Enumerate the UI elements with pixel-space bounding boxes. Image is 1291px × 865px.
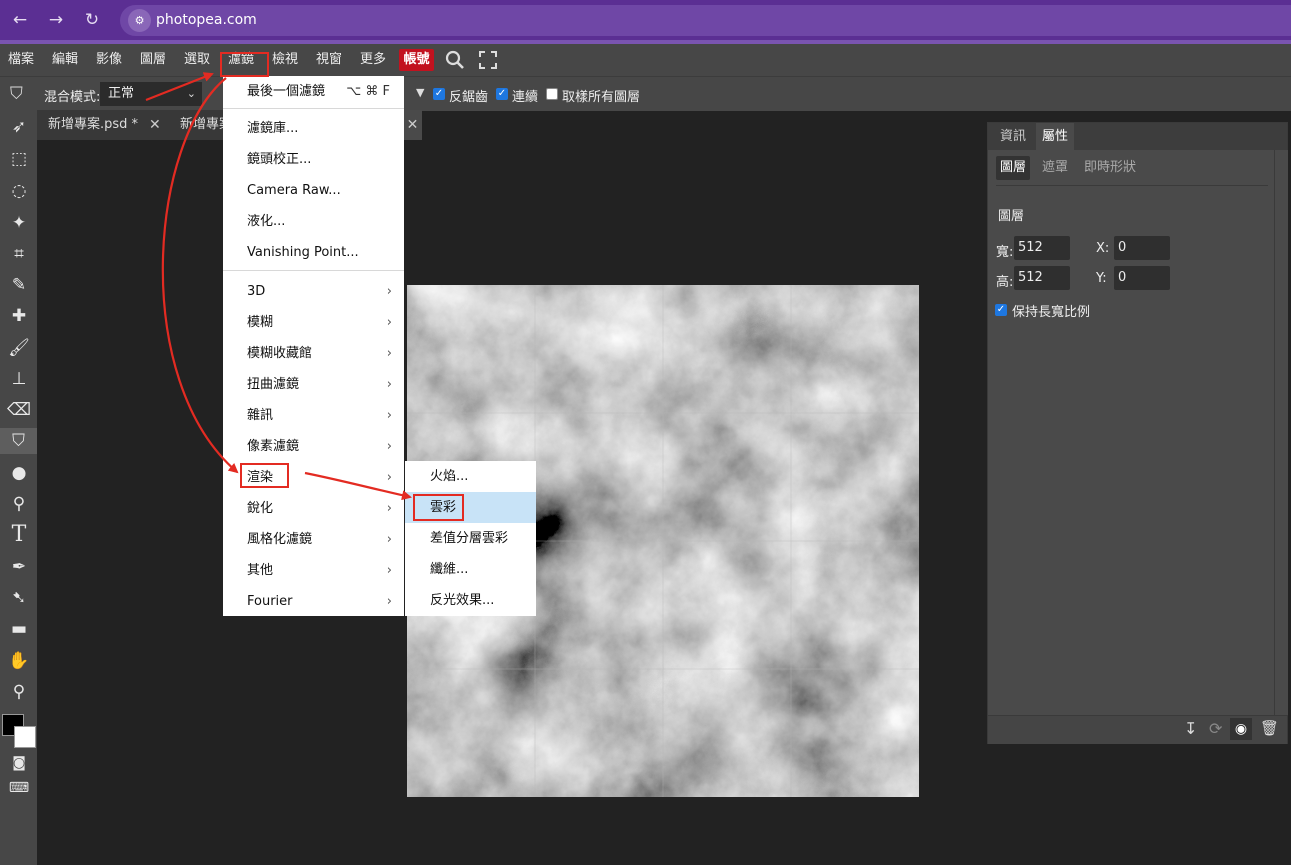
annotation-arrows bbox=[145, 72, 412, 501]
